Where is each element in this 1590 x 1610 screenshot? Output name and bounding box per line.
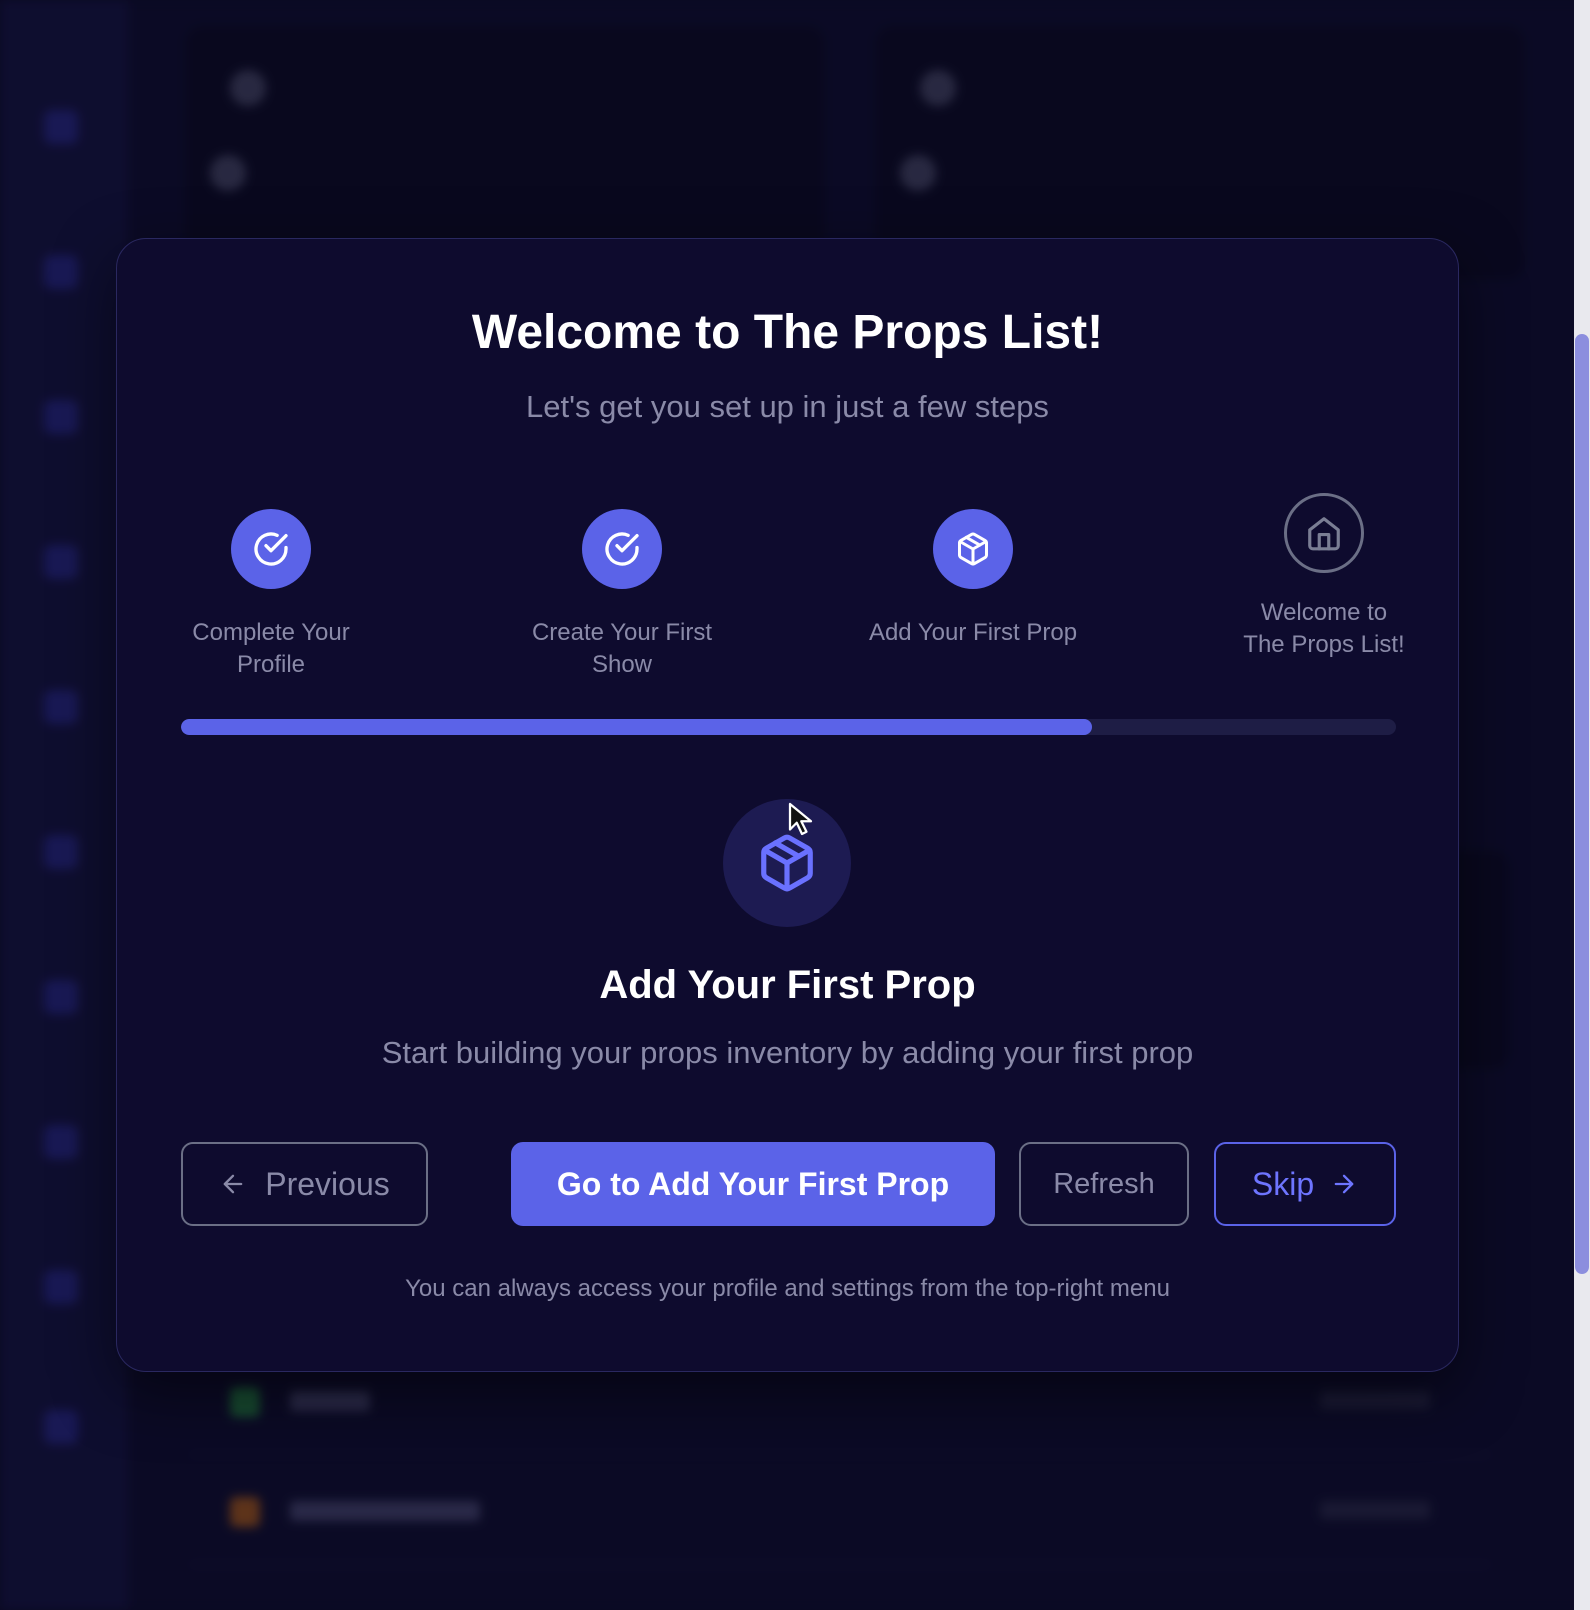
step-add-prop[interactable]: Add Your First Prop: [863, 509, 1083, 649]
step-create-show[interactable]: Create Your First Show: [512, 509, 732, 681]
modal-subtitle: Let's get you set up in just a few steps: [526, 389, 1049, 424]
current-step-title: Add Your First Prop: [599, 963, 976, 1007]
step-label: Welcome to The Props List!: [1243, 599, 1405, 658]
step-label: Add Your First Prop: [868, 619, 1078, 646]
previous-button-label: Previous: [265, 1165, 390, 1202]
go-to-add-prop-button[interactable]: Go to Add Your First Prop: [511, 1142, 995, 1226]
check-circle-icon: [582, 509, 662, 589]
refresh-button[interactable]: Refresh: [1019, 1142, 1189, 1226]
previous-button[interactable]: Previous: [181, 1142, 428, 1226]
onboarding-modal: Welcome to The Props List! Let's get you…: [116, 238, 1459, 1372]
footer-note: You can always access your profile and s…: [405, 1275, 1170, 1302]
modal-title: Welcome to The Props List!: [471, 306, 1104, 359]
scrollbar-thumb[interactable]: [1575, 334, 1589, 1274]
skip-button-label: Skip: [1251, 1165, 1315, 1202]
step-label: Complete Your Profile: [192, 619, 350, 678]
progress-bar-fill: [181, 719, 1093, 735]
package-icon: [933, 509, 1013, 589]
check-circle-icon: [231, 509, 311, 589]
arrow-left-icon: [223, 1174, 243, 1194]
step-welcome[interactable]: Welcome to The Props List!: [1214, 493, 1434, 661]
progress-bar: [181, 719, 1396, 735]
arrow-right-icon: [1334, 1174, 1354, 1194]
step-label: Create Your First Show: [531, 619, 713, 678]
step-complete-profile[interactable]: Complete Your Profile: [161, 509, 381, 681]
mouse-cursor-icon: [787, 801, 817, 842]
skip-button[interactable]: Skip: [1214, 1142, 1396, 1226]
scrollbar[interactable]: [1574, 0, 1590, 1610]
home-icon: [1284, 493, 1364, 573]
current-step-description: Start building your props inventory by a…: [381, 1035, 1194, 1070]
